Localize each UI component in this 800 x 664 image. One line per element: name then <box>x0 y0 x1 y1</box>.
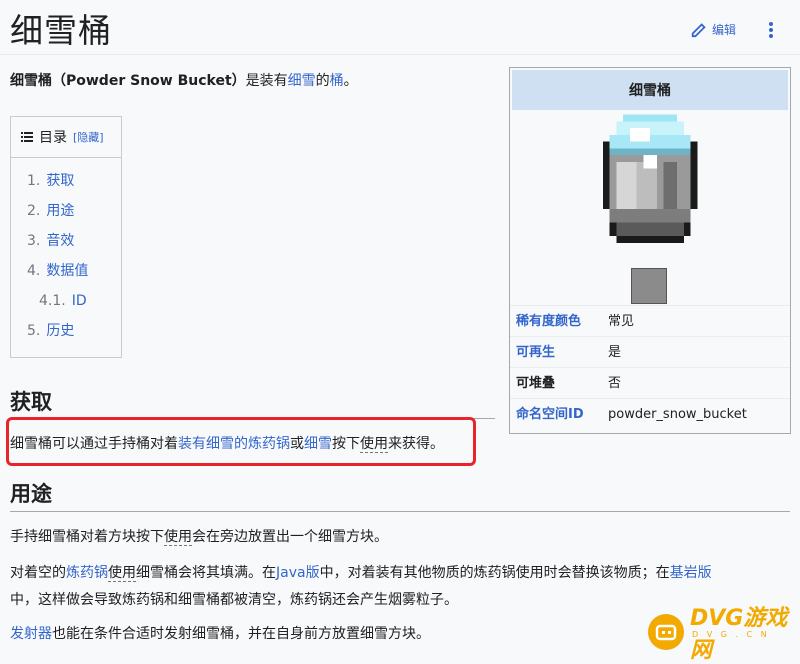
infobox-title: 细雪桶 <box>512 70 788 110</box>
toc-label[interactable]: 历史 <box>46 323 74 339</box>
toc-num: 4.1. <box>39 293 66 309</box>
text: 会在旁边放置出一个细雪方块。 <box>192 529 388 545</box>
dvg-logo-icon <box>648 614 684 650</box>
infobox-key[interactable]: 可再生 <box>516 337 555 368</box>
toc-list-icon <box>21 132 33 142</box>
heading-divider <box>10 511 790 512</box>
link-java-edition[interactable]: Java版 <box>276 565 320 581</box>
intro-text: 的 <box>315 73 330 89</box>
toc-header: 目录 [隐藏] <box>11 117 121 158</box>
intro-bold: 细雪桶（Powder Snow Bucket） <box>10 73 246 89</box>
edit-button[interactable]: 编辑 <box>690 20 736 38</box>
heading-obtain: 获取 <box>10 390 52 414</box>
toc-title: 目录 <box>39 130 67 146</box>
toc-item-usage[interactable]: 2. 用途 <box>11 196 121 226</box>
infobox-row-renewable: 可再生 是 <box>510 336 790 368</box>
use-key-term: 使用 <box>164 529 192 546</box>
table-of-contents: 目录 [隐藏] 1. 获取 2. 用途 3. 音效 4. 数据值 4.1. ID 5. 历史 <box>10 116 122 358</box>
toc-num: 2. <box>27 203 41 219</box>
watermark-sub: D V G . C N <box>692 630 770 639</box>
toc-hide-link[interactable]: [隐藏] <box>73 129 104 145</box>
text: 手持细雪桶对着方块按下 <box>10 529 164 545</box>
edit-label: 编辑 <box>712 22 737 37</box>
text: 中，对着装有其他物质的炼药锅使用时会替换该物质；在 <box>319 565 670 581</box>
intro-paragraph: 细雪桶（Powder Snow Bucket）是装有细雪的桶。 <box>10 70 358 90</box>
link-cauldron[interactable]: 炼药锅 <box>66 565 108 581</box>
infobox-row-rarity: 稀有度颜色 常见 <box>510 305 790 337</box>
infobox-value: 是 <box>608 345 622 360</box>
toc-item-history[interactable]: 5. 历史 <box>11 316 121 346</box>
toc-num: 4. <box>27 263 41 279</box>
link-bedrock-edition[interactable]: 基岩版 <box>670 565 712 581</box>
infobox-value: 否 <box>608 376 622 391</box>
intro-text: 。 <box>343 73 358 89</box>
powder-snow-bucket-icon <box>602 114 698 243</box>
highlight-box <box>6 417 476 466</box>
link-dispenser[interactable]: 发射器 <box>10 626 52 642</box>
infobox: 细雪桶 稀有度颜色 常见 可再生 是 可堆叠 否 命名空间ID powder_s… <box>509 67 791 434</box>
infobox-value: powder_snow_bucket <box>608 407 747 422</box>
use-key-term: 使用 <box>108 565 136 582</box>
toc-list: 1. 获取 2. 用途 3. 音效 4. 数据值 4.1. ID 5. 历史 <box>11 158 121 346</box>
toc-num: 3. <box>27 233 41 249</box>
text: 也能在条件合适时发射细雪桶，并在自身前方放置细雪方块。 <box>52 626 430 642</box>
edit-pencil-icon <box>691 23 706 38</box>
usage-paragraph-2-cont: 中，这样做会导致炼药锅和细雪桶都被清空，炼药锅还会产生烟雾粒子。 <box>10 592 458 608</box>
toc-item-sounds[interactable]: 3. 音效 <box>11 226 121 256</box>
usage-paragraph-2: 对着空的炼药锅使用细雪桶会将其填满。在Java版中，对着装有其他物质的炼药锅使用… <box>10 562 712 582</box>
infobox-row-stackable: 可堆叠 否 <box>510 367 790 399</box>
toc-item-id[interactable]: 4.1. ID <box>11 286 121 316</box>
infobox-key[interactable]: 稀有度颜色 <box>516 306 581 337</box>
watermark: DVG游戏网 D V G . C N <box>648 600 800 664</box>
link-powder-snow[interactable]: 细雪 <box>288 73 316 89</box>
infobox-row-namespace-id: 命名空间ID powder_snow_bucket <box>510 398 790 430</box>
infobox-key[interactable]: 命名空间ID <box>516 399 584 430</box>
infobox-value: 常见 <box>608 314 635 329</box>
toc-label[interactable]: 音效 <box>46 233 74 249</box>
intro-text: 是装有 <box>245 73 288 89</box>
title-divider <box>0 54 800 55</box>
page-title: 细雪桶 <box>10 11 112 50</box>
usage-paragraph-3: 发射器也能在条件合适时发射细雪桶，并在自身前方放置细雪方块。 <box>10 623 430 643</box>
toc-item-data-values[interactable]: 4. 数据值 <box>11 256 121 286</box>
text: 细雪桶会将其填满。在 <box>136 565 276 581</box>
toc-label[interactable]: 数据值 <box>46 263 88 279</box>
toc-label[interactable]: 获取 <box>46 173 74 189</box>
link-bucket[interactable]: 桶 <box>330 73 344 89</box>
usage-paragraph-1: 手持细雪桶对着方块按下使用会在旁边放置出一个细雪方块。 <box>10 526 388 546</box>
heading-usage: 用途 <box>10 482 52 506</box>
toc-num: 5. <box>27 323 41 339</box>
infobox-key: 可堆叠 <box>516 376 556 391</box>
more-vertical-icon[interactable] <box>766 20 776 38</box>
toc-item-obtain[interactable]: 1. 获取 <box>11 166 121 196</box>
toc-label[interactable]: 用途 <box>46 203 74 219</box>
toc-label[interactable]: ID <box>72 293 87 309</box>
powder-snow-bucket-small-icon <box>631 268 667 304</box>
text: 对着空的 <box>10 565 66 581</box>
toc-num: 1. <box>27 173 41 189</box>
